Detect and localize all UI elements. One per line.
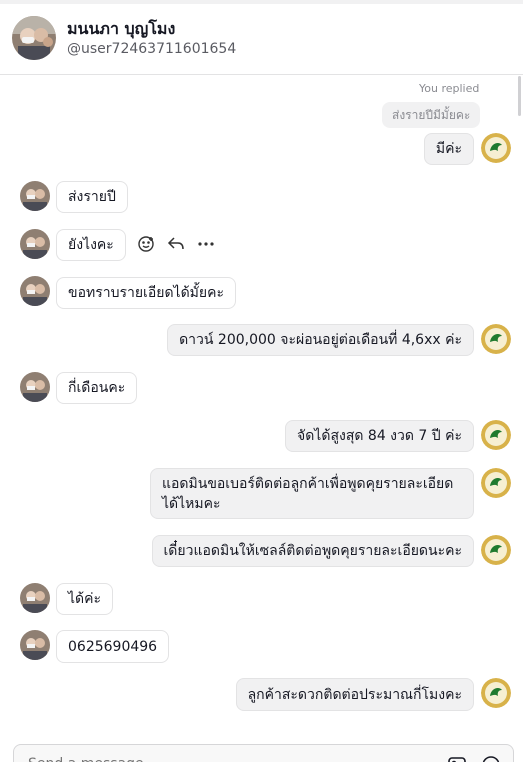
contact-avatar-small: [20, 630, 50, 660]
message-bubble-sent[interactable]: ดาวน์ 200,000 จะผ่อนอยู่ต่อเดือนที่ 4,6x…: [167, 324, 474, 356]
own-avatar: [481, 678, 511, 708]
chat-header: มนนภา บุญโมง @user72463711601654: [0, 0, 523, 75]
message-bubble-sent[interactable]: เดี๋ยวแอดมินให้เซลล์ติดต่อพูดคุยรายละเอี…: [151, 535, 474, 567]
message-bubble-sent[interactable]: จัดได้สูงสุด 84 งวด 7 ปี ค่ะ: [285, 420, 474, 452]
image-icon[interactable]: [447, 755, 467, 762]
contact-name: มนนภา บุญโมง: [67, 19, 176, 38]
message-bubble-received[interactable]: ขอทราบรายเอียดได้มั้ยคะ: [56, 277, 236, 309]
own-avatar: [481, 324, 511, 354]
message-bubble-received[interactable]: ยังไงคะ: [56, 229, 126, 261]
quoted-message[interactable]: ส่งรายปีมีมั้ยคะ: [382, 102, 481, 128]
scrollbar[interactable]: [518, 76, 521, 116]
contact-avatar[interactable]: [12, 16, 56, 60]
more-icon[interactable]: [196, 234, 216, 254]
you-replied-label: You replied: [419, 82, 480, 95]
contact-avatar-small: [20, 276, 50, 306]
message-input[interactable]: [28, 753, 428, 762]
own-avatar: [481, 133, 511, 163]
message-bubble-received[interactable]: ส่งรายปี: [56, 181, 128, 213]
contact-avatar-small: [20, 583, 50, 613]
emoji-picker-icon[interactable]: [481, 755, 501, 762]
message-bubble-received[interactable]: กี่เดือนคะ: [56, 372, 138, 404]
composer-icons: [447, 755, 501, 762]
contact-avatar-small: [20, 229, 50, 259]
contact-avatar-small: [20, 181, 50, 211]
message-bubble-sent[interactable]: ลูกค้าสะดวกติดต่อประมาณกี่โมงคะ: [235, 678, 474, 711]
contact-handle: @user72463711601654: [67, 41, 237, 57]
contact-avatar-small: [20, 372, 50, 402]
message-bubble-sent[interactable]: แอดมินขอเบอร์ติดต่อลูกค้าเพื่อพูดคุยรายล…: [150, 468, 474, 519]
message-composer: [13, 744, 514, 762]
message-bubble-sent[interactable]: มีค่ะ: [423, 133, 474, 165]
emoji-icon[interactable]: [136, 234, 156, 254]
message-bubble-received[interactable]: ได้ค่ะ: [56, 583, 114, 615]
message-actions: [136, 232, 216, 256]
own-avatar: [481, 535, 511, 565]
message-bubble-received[interactable]: 0625690496: [56, 630, 170, 663]
header-top-strip: [0, 0, 523, 4]
own-avatar: [481, 468, 511, 498]
own-avatar: [481, 420, 511, 450]
reply-icon[interactable]: [166, 234, 186, 254]
